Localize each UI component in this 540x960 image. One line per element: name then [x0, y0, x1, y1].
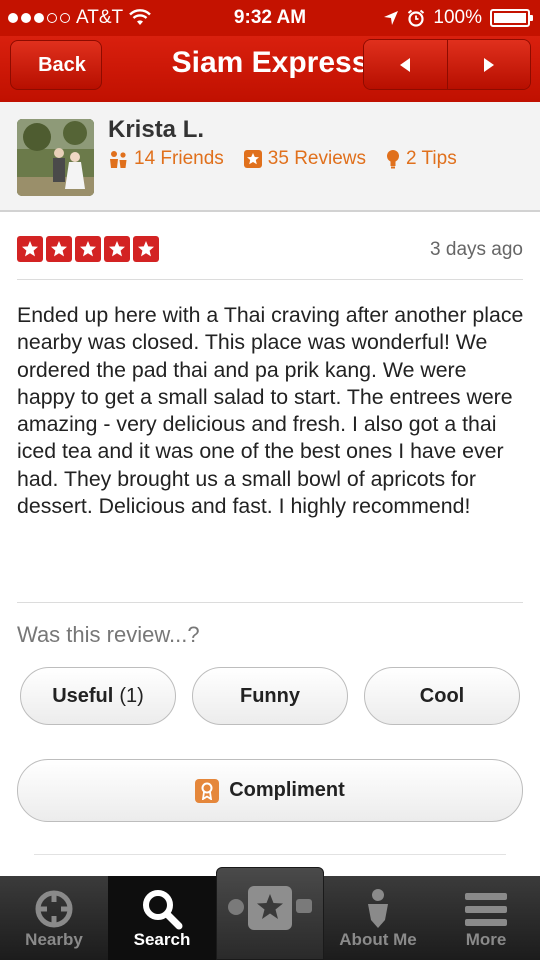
tab-bar: Nearby Search About Me More: [0, 867, 540, 960]
tab-label: Search: [133, 930, 191, 949]
rating-star-icon: [75, 236, 101, 262]
tab-label: Nearby: [25, 930, 83, 949]
friends-icon: [110, 151, 127, 168]
funny-button[interactable]: Funny: [192, 667, 348, 725]
reviews-count: 35 Reviews: [267, 148, 366, 169]
status-bar: AT&T 9:32 AM 100%: [0, 0, 540, 36]
feedback-prompt: Was this review...?: [17, 622, 200, 647]
nav-bar: Back Siam Express: [0, 36, 540, 102]
review-date: 3 days ago: [430, 239, 523, 260]
triangle-right-icon: [483, 57, 494, 72]
rating-star-icon: [133, 236, 159, 262]
alarm-icon: [408, 9, 425, 27]
tab-more[interactable]: More: [432, 876, 540, 960]
next-review-button[interactable]: [446, 40, 530, 89]
tab-search[interactable]: Search: [108, 876, 216, 960]
cool-button[interactable]: Cool: [364, 667, 520, 725]
friends-stat: 14 Friends: [108, 148, 224, 170]
tab-about-me[interactable]: About Me: [324, 876, 432, 960]
rating-row: 3 days ago: [17, 236, 523, 280]
divider: [34, 854, 506, 855]
rating-star-icon: [104, 236, 130, 262]
triangle-left-icon: [400, 57, 411, 72]
person-icon: [368, 889, 388, 928]
star-camera-icon: [228, 886, 312, 930]
tips-count: 2 Tips: [406, 148, 457, 169]
avatar[interactable]: [17, 119, 94, 196]
useful-button[interactable]: Useful (1): [20, 667, 176, 725]
lightbulb-icon: [387, 150, 399, 169]
location-arrow-icon: [384, 11, 399, 25]
tips-stat: 2 Tips: [386, 148, 457, 170]
tab-add-photo-checkin[interactable]: [216, 867, 324, 960]
previous-review-button[interactable]: [364, 40, 447, 89]
funny-label: Funny: [240, 684, 300, 707]
rating-star-icon: [17, 236, 43, 262]
crosshair-icon: [35, 890, 73, 928]
tab-label: About Me: [339, 930, 417, 949]
divider: [17, 602, 523, 603]
vote-buttons: Useful (1) Funny Cool: [20, 667, 520, 725]
star-badge-icon: [243, 150, 262, 168]
search-icon: [143, 890, 183, 930]
friends-count: 14 Friends: [134, 148, 224, 169]
reviews-stat: 35 Reviews: [243, 148, 366, 170]
review-body: Ended up here with a Thai craving after …: [17, 303, 524, 519]
tab-label: More: [465, 930, 507, 949]
rating-star-icon: [46, 236, 72, 262]
compliment-ribbon-icon: [195, 778, 220, 803]
useful-label: Useful: [52, 684, 114, 707]
reviewer-name: Krista L.: [108, 116, 205, 143]
cool-label: Cool: [419, 684, 465, 707]
menu-icon: [465, 893, 507, 926]
reviewer-header[interactable]: Krista L. 14 Friends 35 Reviews 2 Tips: [0, 102, 540, 212]
tab-nearby[interactable]: Nearby: [0, 876, 108, 960]
review-pager: [363, 39, 531, 90]
battery-percent: 100%: [433, 7, 482, 28]
compliment-label: Compliment: [229, 779, 345, 801]
reviewer-stats: 14 Friends 35 Reviews 2 Tips: [108, 148, 457, 170]
battery-icon: [490, 9, 533, 27]
useful-count: (1): [119, 684, 144, 707]
compliment-button[interactable]: Compliment: [17, 759, 523, 822]
